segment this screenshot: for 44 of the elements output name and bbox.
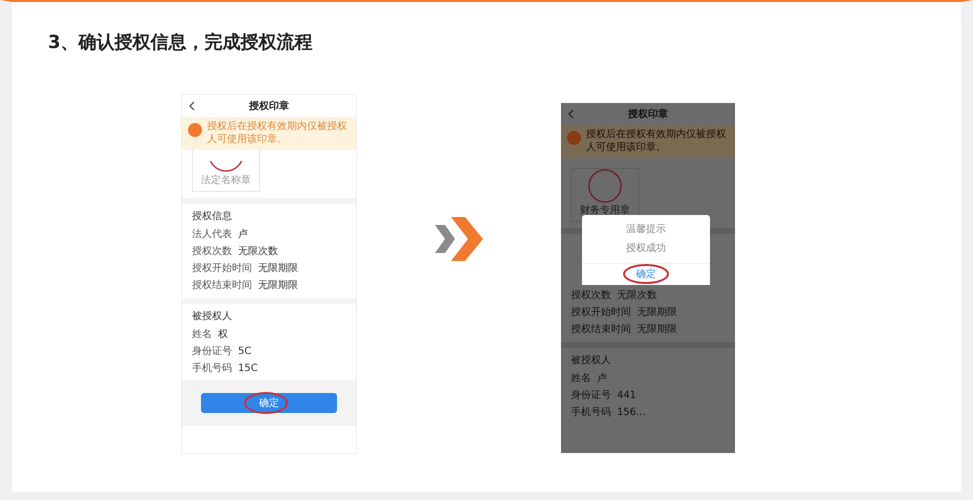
field-value: 无限次数 bbox=[238, 246, 278, 258]
field-value: 无限期限 bbox=[258, 263, 298, 275]
section-title: 被授权人 bbox=[192, 311, 233, 323]
field-value: 无限期限 bbox=[258, 280, 298, 292]
back-icon[interactable] bbox=[188, 101, 196, 111]
field-label: 手机号码 bbox=[192, 363, 232, 375]
field-value: 无限次数 bbox=[617, 290, 657, 302]
field-value: 卢 bbox=[597, 373, 607, 385]
field-label: 授权结束时间 bbox=[192, 280, 252, 292]
section-title: 授权信息 bbox=[192, 211, 233, 223]
warning-icon bbox=[567, 131, 581, 145]
field-value: 权 bbox=[218, 329, 228, 341]
confirm-button[interactable]: 确定 bbox=[201, 393, 337, 413]
field-label: 姓名 bbox=[571, 373, 591, 385]
field-value: 卢 bbox=[238, 229, 248, 241]
dialog-title: 温馨提示 bbox=[626, 224, 666, 235]
slide-heading: 3、确认授权信息，完成授权流程 bbox=[48, 32, 313, 54]
field-label: 法人代表 bbox=[192, 229, 232, 241]
seal-label: 财务专用章 bbox=[580, 204, 630, 218]
field-label: 手机号码 bbox=[571, 407, 611, 419]
field-value: 156... bbox=[617, 407, 646, 419]
field-label: 身份证号 bbox=[192, 346, 232, 358]
dialog-message: 授权成功 bbox=[626, 243, 666, 254]
field-label: 授权开始时间 bbox=[571, 307, 631, 319]
seal-label: 法定名称章 bbox=[201, 174, 251, 188]
section-title: 被授权人 bbox=[571, 355, 612, 367]
field-label: 身份证号 bbox=[571, 390, 611, 402]
warning-icon bbox=[188, 123, 202, 137]
screen-title: 授权印章 bbox=[628, 107, 668, 122]
field-label: 授权结束时间 bbox=[571, 324, 631, 336]
field-value: 15C bbox=[238, 363, 258, 375]
field-label: 授权次数 bbox=[192, 246, 232, 258]
field-label: 授权开始时间 bbox=[192, 263, 252, 275]
chevron-arrows-icon bbox=[434, 217, 482, 261]
field-value: 5C bbox=[238, 346, 252, 358]
confirm-button[interactable]: 确定 bbox=[582, 263, 710, 285]
field-label: 姓名 bbox=[192, 329, 212, 341]
field-label: 授权次数 bbox=[571, 290, 611, 302]
notice-text: 授权后在授权有效期内仅被授权人可使用该印章。 bbox=[207, 121, 348, 146]
field-value: 无限期限 bbox=[637, 324, 677, 336]
notice-text: 授权后在授权有效期内仅被授权人可使用该印章。 bbox=[586, 129, 727, 154]
field-value: 无限期限 bbox=[637, 307, 677, 319]
screen-title: 授权印章 bbox=[249, 99, 289, 114]
field-value: 441 bbox=[617, 390, 636, 402]
